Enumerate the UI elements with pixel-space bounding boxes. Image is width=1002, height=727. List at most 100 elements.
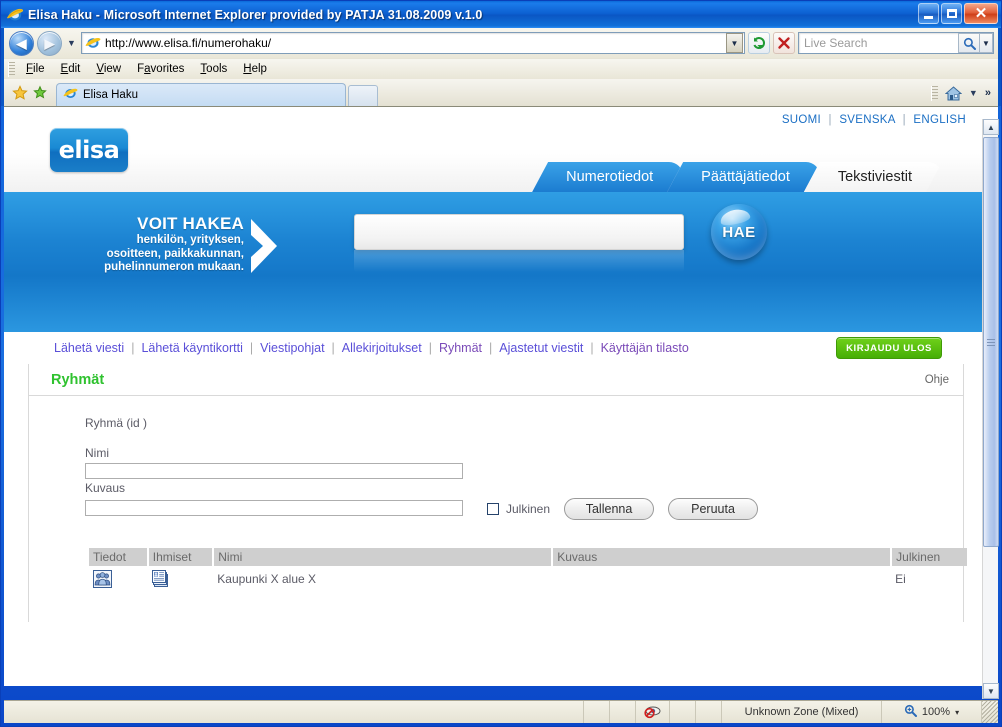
site-search-input[interactable]: [354, 214, 684, 250]
address-chevron-down-icon[interactable]: ▼: [726, 33, 743, 53]
zoom-level[interactable]: 100% ▾: [882, 701, 982, 723]
maximize-button[interactable]: [941, 3, 962, 24]
window-title: Elisa Haku - Microsoft Internet Explorer…: [28, 7, 483, 22]
zoom-value: 100%: [921, 706, 951, 718]
forward-button[interactable]: ▶: [37, 30, 62, 56]
description-input[interactable]: [85, 500, 463, 516]
scroll-down-icon[interactable]: ▼: [983, 683, 999, 699]
menu-gripper-icon[interactable]: [8, 61, 15, 77]
page-scrollbar-vertical[interactable]: ▲ ▼: [982, 119, 999, 699]
site-tab-tekstiviestit[interactable]: Tekstiviestit: [804, 162, 942, 192]
back-button[interactable]: ◀: [9, 30, 34, 56]
column-header-julkinen: Julkinen: [891, 548, 969, 566]
home-icon[interactable]: [943, 82, 965, 104]
name-field-label: Nimi: [85, 446, 109, 460]
title-bar: Elisa Haku - Microsoft Internet Explorer…: [1, 1, 1001, 28]
menu-bar: File Edit View Favorites Tools Help: [4, 58, 998, 79]
language-switcher: SUOMI | SVENSKA | ENGLISH: [782, 114, 966, 126]
live-search-box[interactable]: Live Search ▼: [798, 32, 994, 54]
search-icon[interactable]: [958, 33, 980, 53]
site-tab-label: Tekstiviestit: [837, 169, 912, 185]
contact-cards-icon[interactable]: [151, 570, 170, 587]
menu-edit[interactable]: Edit: [53, 61, 89, 77]
menu-file[interactable]: File: [18, 61, 53, 77]
site-search-button-label: HAE: [722, 223, 756, 241]
public-checkbox[interactable]: [487, 503, 499, 515]
people-group-icon[interactable]: [93, 570, 112, 588]
browser-chrome: ◀ ▶ ▼ http://www.elisa.fi/numerohaku/ ▼: [1, 28, 1001, 106]
menu-favorites[interactable]: Favorites: [129, 61, 192, 77]
browser-tab-elisa-haku[interactable]: Elisa Haku: [56, 83, 346, 106]
panel-body: Ryhmä (id ) Nimi Kuvaus Julkinen Tallenn…: [29, 396, 969, 591]
nav-sep-1: |: [131, 340, 135, 355]
stop-icon[interactable]: [773, 32, 795, 54]
tab-bar: Elisa Haku ▼ »: [4, 79, 998, 106]
save-button[interactable]: Tallenna: [564, 498, 655, 520]
scrollbar-thumb[interactable]: [983, 137, 999, 547]
add-to-favorites-icon[interactable]: [30, 83, 50, 103]
site-tab-label: Numerotiedot: [566, 169, 654, 185]
home-chevron-down-icon[interactable]: ▼: [967, 88, 980, 98]
resize-grip-icon[interactable]: [982, 701, 998, 723]
nav-link-kayttajan-tilasto[interactable]: Käyttäjän tilasto: [601, 341, 689, 355]
public-checkbox-group[interactable]: Julkinen: [487, 502, 550, 516]
logout-button[interactable]: KIRJAUDU ULOS: [836, 337, 942, 359]
banner-headline: VOIT HAKEA: [137, 214, 244, 233]
menu-help[interactable]: Help: [235, 61, 275, 77]
language-link-english[interactable]: ENGLISH: [913, 114, 966, 126]
nav-link-laheta-kayntikortti[interactable]: Lähetä käyntikortti: [141, 341, 242, 355]
menu-tools[interactable]: Tools: [192, 61, 235, 77]
app-nav: Lähetä viesti | Lähetä käyntikortti | Vi…: [4, 332, 988, 364]
status-cell-1: [584, 701, 610, 723]
toolbar-gripper-icon[interactable]: [930, 85, 938, 101]
cell-tiedot: [89, 566, 148, 591]
column-header-nimi: Nimi: [213, 548, 554, 566]
web-page: SUOMI | SVENSKA | ENGLISH elisa Numeroti…: [4, 107, 988, 686]
status-message: [4, 701, 584, 723]
tab-favicon: [63, 86, 78, 104]
site-header: SUOMI | SVENSKA | ENGLISH elisa Numeroti…: [4, 107, 988, 192]
scroll-up-icon[interactable]: ▲: [983, 119, 999, 135]
nav-link-ajastetut-viestit[interactable]: Ajastetut viestit: [499, 341, 583, 355]
status-bar: Unknown Zone (Mixed) 100% ▾: [4, 700, 998, 723]
address-bar[interactable]: http://www.elisa.fi/numerohaku/ ▼: [81, 32, 745, 54]
refresh-icon[interactable]: [748, 32, 770, 54]
close-button[interactable]: ✕: [964, 3, 998, 24]
description-field-label: Kuvaus: [85, 481, 126, 495]
groups-table: Tiedot Ihmiset Nimi Kuvaus Julkinen Kaup…: [89, 548, 969, 591]
site-tab-numerotiedot[interactable]: Numerotiedot: [532, 162, 683, 192]
zoom-icon: [904, 704, 917, 720]
column-header-ihmiset: Ihmiset: [147, 548, 215, 566]
site-tab-strip: Numerotiedot Päättäjätiedot Tekstiviesti…: [4, 144, 988, 192]
favorites-center-icon[interactable]: [10, 83, 30, 103]
minimize-button[interactable]: [918, 3, 939, 24]
name-input[interactable]: [85, 463, 463, 479]
nav-link-viestipohjat[interactable]: Viestipohjat: [260, 341, 324, 355]
table-header-row: Tiedot Ihmiset Nimi Kuvaus Julkinen: [89, 548, 969, 566]
banner-text: VOIT HAKEA henkilön, yrityksen, osoittee…: [94, 214, 244, 275]
privacy-report-icon[interactable]: [636, 701, 670, 723]
language-separator-1: |: [828, 114, 832, 126]
search-chevron-down-icon[interactable]: ▼: [980, 33, 993, 53]
language-link-svenska[interactable]: SVENSKA: [839, 114, 895, 126]
menu-view[interactable]: View: [88, 61, 129, 77]
nav-link-laheta-viesti[interactable]: Lähetä viesti: [54, 341, 124, 355]
browser-window: Elisa Haku - Microsoft Internet Explorer…: [0, 0, 1002, 727]
security-zone[interactable]: Unknown Zone (Mixed): [722, 701, 882, 723]
toolbar-overflow-icon[interactable]: »: [982, 87, 994, 99]
nav-link-allekirjoitukset[interactable]: Allekirjoitukset: [342, 341, 422, 355]
site-search-button[interactable]: HAE: [711, 204, 767, 260]
recent-pages-chevron-down-icon[interactable]: ▼: [65, 38, 78, 48]
new-tab-button[interactable]: [348, 85, 378, 106]
nav-link-ryhmat[interactable]: Ryhmät: [439, 341, 482, 355]
zoom-chevron-down-icon[interactable]: ▾: [955, 708, 959, 717]
site-tab-paattajatiedot[interactable]: Päättäjätiedot: [667, 162, 820, 192]
column-header-tiedot: Tiedot: [89, 548, 149, 566]
language-link-suomi[interactable]: SUOMI: [782, 114, 821, 126]
panel-header: Ryhmät Ohje: [29, 364, 963, 396]
page-icon: [85, 35, 101, 51]
content-panel: Ryhmät Ohje Ryhmä (id ) Nimi Kuvaus Julk…: [28, 364, 969, 622]
cancel-button[interactable]: Peruuta: [668, 498, 759, 520]
help-link[interactable]: Ohje: [925, 374, 949, 386]
nav-sep-4: |: [428, 340, 432, 355]
